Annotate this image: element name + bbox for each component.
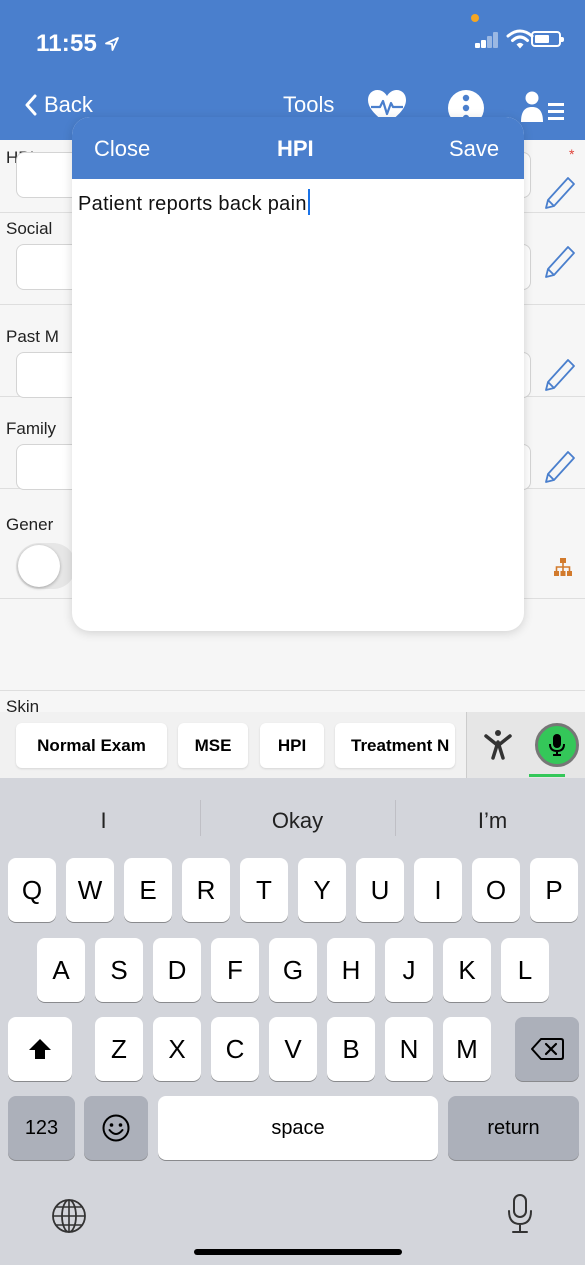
prediction-3[interactable]: I’m [395, 808, 585, 834]
field-label: Family [6, 419, 57, 438]
field-label: Social [6, 219, 53, 238]
home-indicator[interactable] [194, 1249, 402, 1255]
chip-hpi[interactable]: HPI [260, 723, 324, 768]
chip-mse[interactable]: MSE [178, 723, 248, 768]
space-key[interactable]: space [158, 1096, 438, 1160]
privacy-indicator-dot [471, 14, 479, 22]
hierarchy-icon[interactable] [553, 557, 573, 577]
key-q[interactable]: Q [8, 858, 56, 922]
key-b[interactable]: B [327, 1017, 375, 1081]
return-key[interactable]: return [448, 1096, 579, 1160]
save-button[interactable]: Save [449, 136, 499, 162]
back-label: Back [44, 92, 93, 117]
pencil-icon[interactable] [540, 174, 576, 214]
hpi-text: Patient reports back pain [78, 193, 307, 215]
key-z[interactable]: Z [95, 1017, 143, 1081]
key-g[interactable]: G [269, 938, 317, 1002]
delete-key[interactable] [515, 1017, 579, 1081]
location-arrow-icon [105, 37, 119, 51]
back-button[interactable]: Back [24, 92, 93, 118]
pencil-icon[interactable] [540, 356, 576, 396]
chip-normal-exam[interactable]: Normal Exam [16, 723, 167, 768]
prediction-1[interactable]: I [6, 808, 201, 834]
dictation-mic-icon[interactable] [507, 1192, 533, 1236]
modal-title: HPI [277, 136, 314, 161]
modal-header: Close HPI Save [72, 117, 524, 179]
key-d[interactable]: D [153, 938, 201, 1002]
field-label: Past M [6, 327, 59, 346]
pencil-icon[interactable] [540, 448, 576, 488]
prediction-2[interactable]: Okay [200, 808, 395, 834]
emoji-icon [102, 1114, 130, 1142]
key-f[interactable]: F [211, 938, 259, 1002]
status-time: 11:55 [36, 30, 120, 58]
key-m[interactable]: M [443, 1017, 491, 1081]
shift-key[interactable] [8, 1017, 72, 1081]
key-j[interactable]: J [385, 938, 433, 1002]
template-suggestion-bar: Normal Exam MSE HPI Treatment N [0, 712, 585, 778]
key-p[interactable]: P [530, 858, 578, 922]
key-l[interactable]: L [501, 938, 549, 1002]
key-e[interactable]: E [124, 858, 172, 922]
status-bar: 11:55 [0, 0, 585, 80]
pencil-icon[interactable] [540, 243, 576, 283]
globe-icon[interactable] [50, 1197, 88, 1235]
microphone-icon [549, 734, 565, 756]
shift-icon [29, 1039, 51, 1059]
tools-button[interactable]: Tools [283, 92, 334, 118]
key-w[interactable]: W [66, 858, 114, 922]
audio-level-bar [529, 774, 565, 777]
key-r[interactable]: R [182, 858, 230, 922]
field-label: Gener [6, 515, 54, 534]
key-t[interactable]: T [240, 858, 288, 922]
hpi-text-area[interactable]: Patient reports back pain [78, 189, 518, 216]
numbers-key[interactable]: 123 [8, 1096, 75, 1160]
voice-panel [466, 712, 585, 778]
patient-list-icon[interactable] [520, 88, 566, 128]
emoji-key[interactable] [84, 1096, 148, 1160]
hpi-modal: Close HPI Save Patient reports back pain [72, 117, 524, 631]
key-a[interactable]: A [37, 938, 85, 1002]
key-x[interactable]: X [153, 1017, 201, 1081]
key-u[interactable]: U [356, 858, 404, 922]
text-cursor [307, 189, 310, 215]
backspace-icon [531, 1038, 564, 1060]
key-s[interactable]: S [95, 938, 143, 1002]
battery-icon [531, 31, 564, 47]
required-marker: * [569, 146, 575, 162]
key-h[interactable]: H [327, 938, 375, 1002]
key-v[interactable]: V [269, 1017, 317, 1081]
cellular-signal-icon [475, 32, 499, 48]
key-k[interactable]: K [443, 938, 491, 1002]
keyboard: I Okay I’m Q W E R T Y U I O P A S D F G… [0, 778, 585, 1265]
chevron-left-icon [25, 94, 37, 116]
dictation-figure-icon[interactable] [483, 730, 513, 762]
general-toggle[interactable] [16, 543, 76, 589]
chip-treatment[interactable]: Treatment N [335, 723, 455, 768]
close-button[interactable]: Close [94, 136, 150, 162]
key-o[interactable]: O [472, 858, 520, 922]
microphone-button[interactable] [535, 723, 579, 767]
key-y[interactable]: Y [298, 858, 346, 922]
key-i[interactable]: I [414, 858, 462, 922]
key-n[interactable]: N [385, 1017, 433, 1081]
key-c[interactable]: C [211, 1017, 259, 1081]
